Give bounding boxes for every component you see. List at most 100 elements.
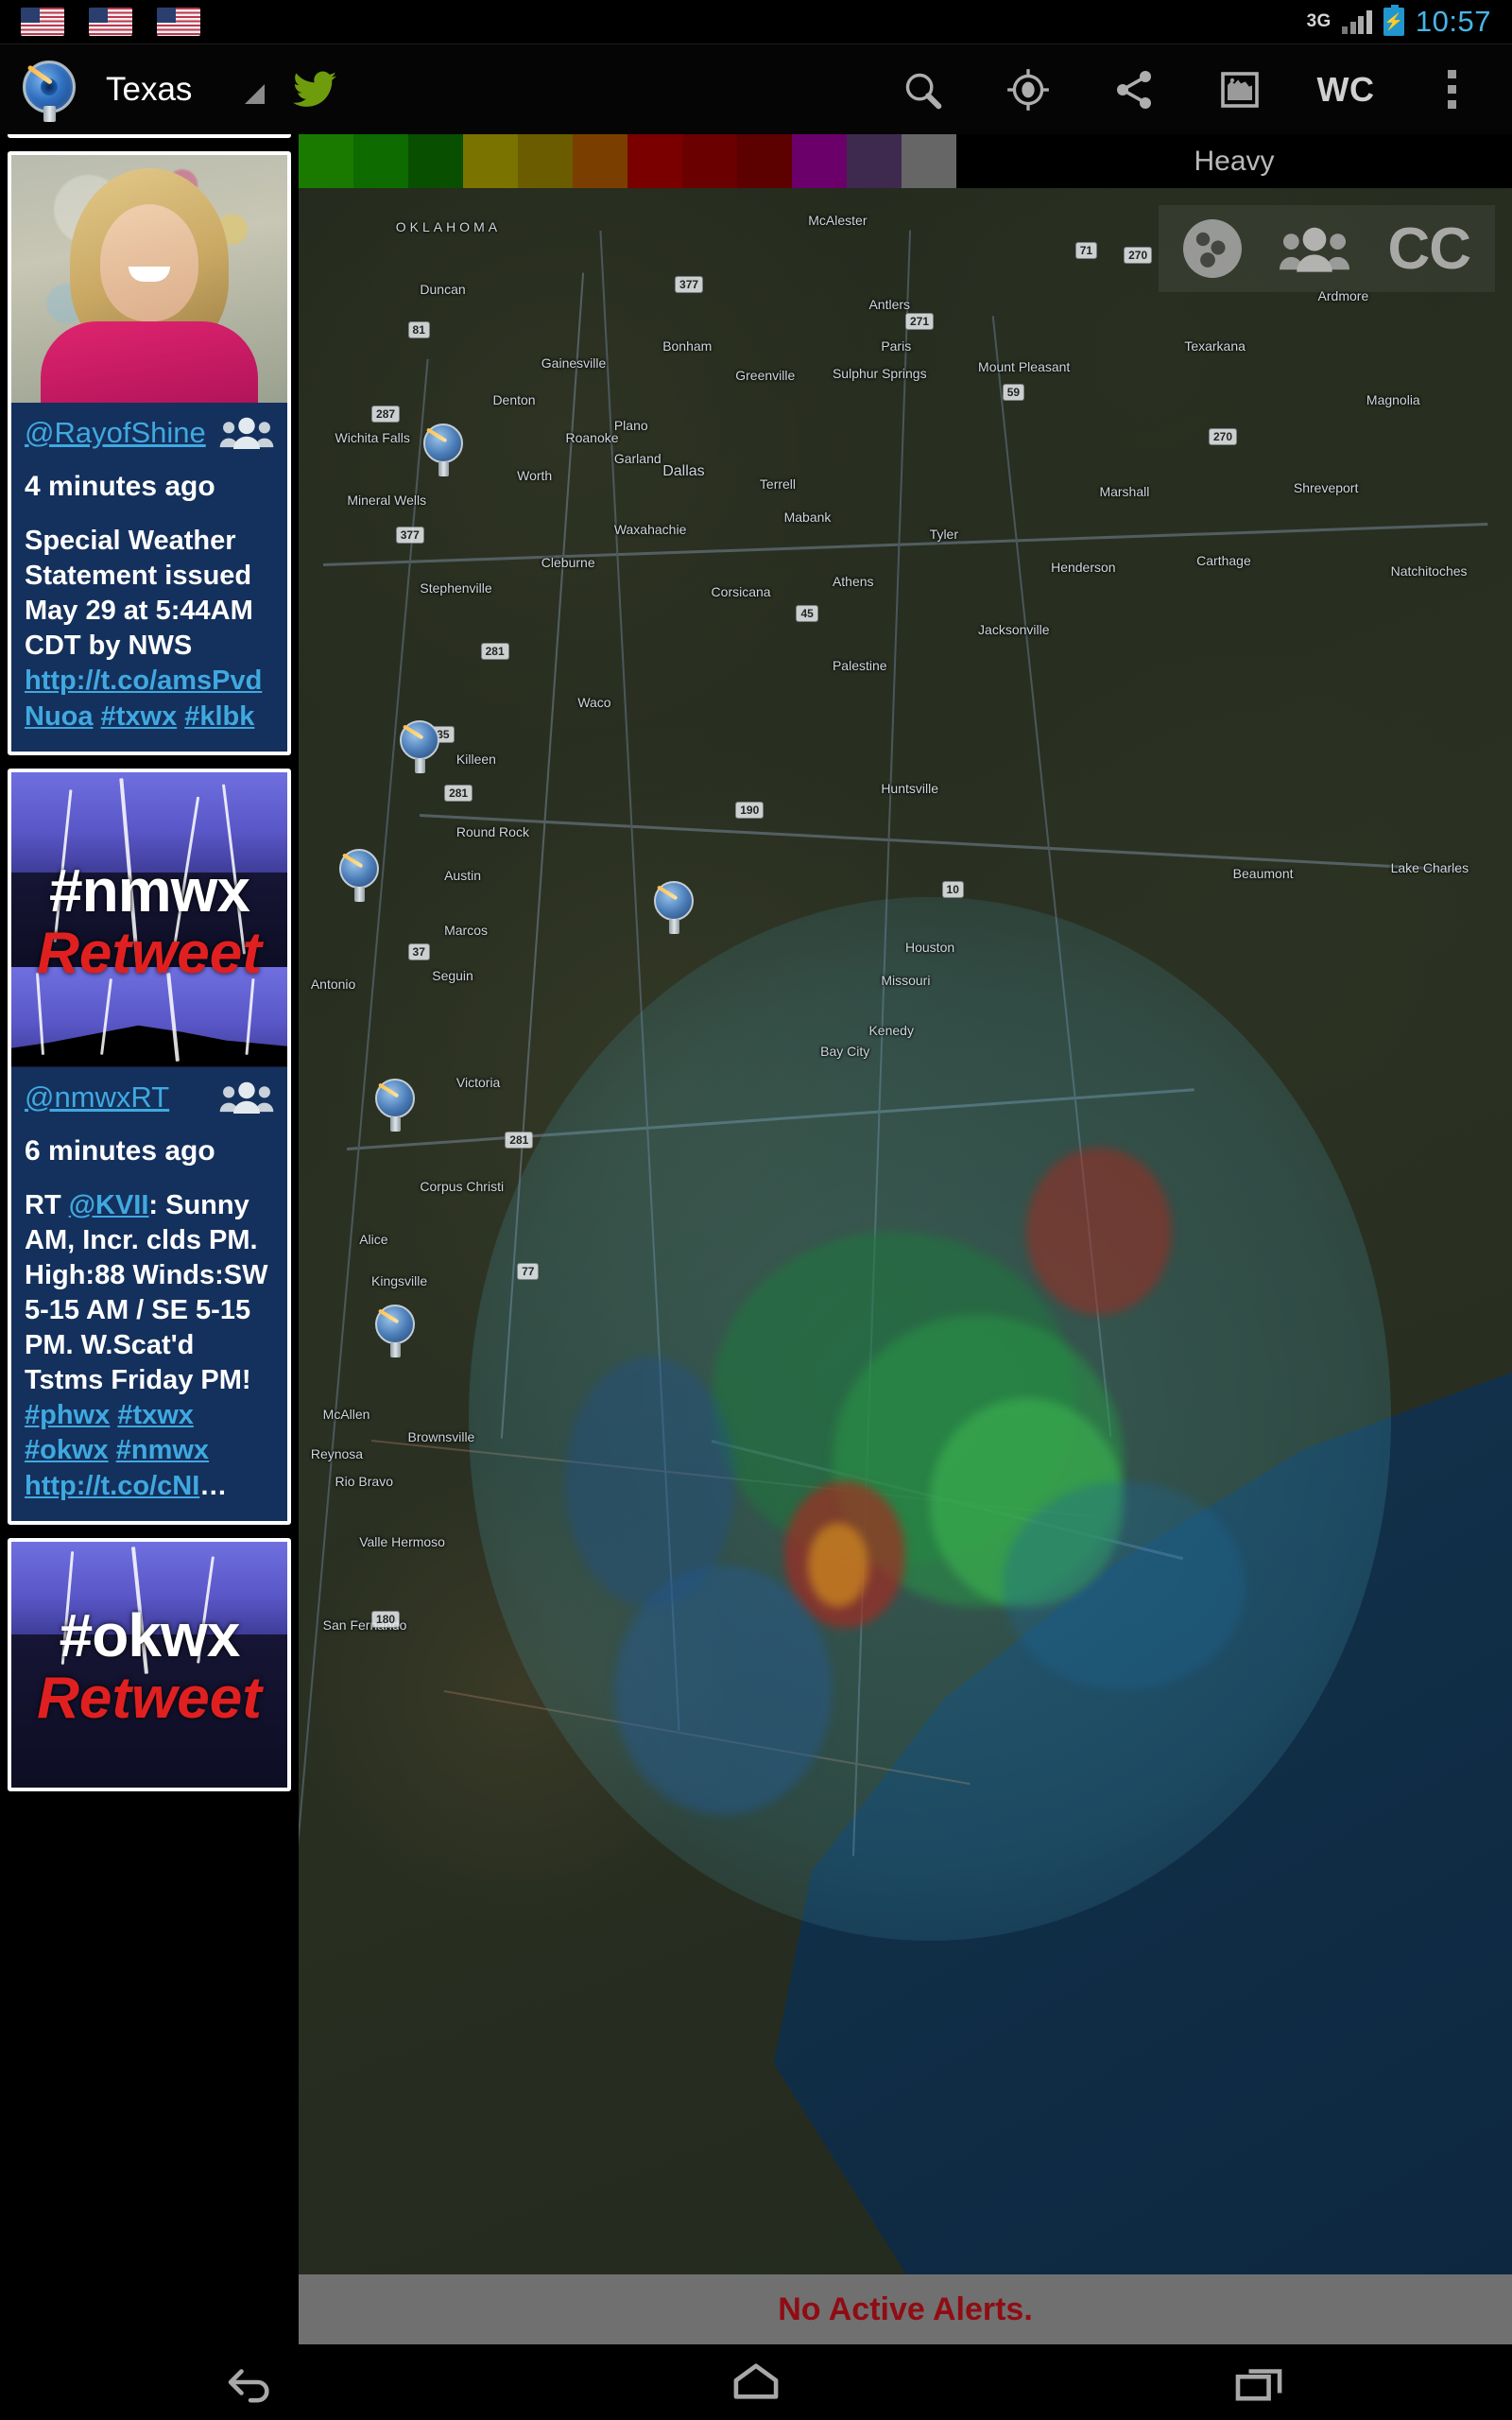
tweet-mention: @KVII [68, 1189, 149, 1220]
map-label: Texarkana [1184, 337, 1246, 354]
tweet-handle[interactable]: @nmwxRT [25, 1080, 169, 1115]
radar-station-marker[interactable] [396, 718, 449, 777]
tweet-image[interactable]: #nmwx Retweet [11, 771, 287, 1067]
tweet-image[interactable] [11, 155, 287, 403]
map-label: Jacksonville [978, 622, 1050, 638]
group-people-icon[interactable] [219, 417, 274, 449]
title-spinner[interactable]: Texas [106, 71, 266, 108]
map-label: Carthage [1196, 553, 1251, 569]
tweet-hashtag: #okwx [25, 1435, 109, 1466]
tweet-text: Special Weather Statement issued May 29 … [25, 526, 263, 732]
radar-station-marker[interactable] [371, 1077, 424, 1135]
tweet-handle[interactable]: @RayofShine [25, 416, 206, 450]
us-flag-icon [89, 8, 132, 36]
radar-legend: Heavy [299, 134, 1512, 188]
app-root: 3G ⚡ 10:57 Texas WC @RayofShine 4 minute… [0, 0, 1512, 2420]
closed-caption-toggle[interactable]: CC [1387, 216, 1471, 283]
banner-hashtag: #nmwx [49, 856, 250, 925]
back-button[interactable] [163, 2344, 342, 2420]
tweet-hashtag: #phwx [25, 1400, 111, 1431]
map-label: McAllen [322, 1406, 370, 1422]
radar-station-marker[interactable] [420, 422, 472, 480]
map-label: Mabank [783, 509, 832, 525]
radar-station-marker[interactable] [371, 1303, 424, 1361]
map-label: Stephenville [420, 579, 492, 596]
android-nav-bar [0, 2344, 1512, 2420]
map-layers-icon[interactable] [1187, 44, 1293, 135]
map-label: Huntsville [881, 780, 939, 796]
map-label: Terrell [759, 475, 797, 492]
search-icon[interactable] [869, 44, 975, 135]
map-label: Cleburne [541, 555, 595, 571]
tweet-card[interactable]: #okwx Retweet [8, 1537, 291, 1791]
map-label: Kingsville [371, 1272, 428, 1288]
map-label: Marcos [444, 922, 488, 938]
globe-icon[interactable] [1183, 219, 1243, 278]
map-label: Tyler [929, 526, 959, 542]
map-label: Mineral Wells [347, 493, 427, 509]
map-label: Reynosa [310, 1445, 364, 1461]
map-label: Waco [577, 695, 611, 711]
map-label: OKLAHOMA [395, 219, 502, 235]
twitter-bird-icon[interactable] [293, 71, 337, 109]
status-bar: 3G ⚡ 10:57 [0, 0, 1512, 43]
wc-label: WC [1316, 69, 1375, 109]
map-label: Sulphur Springs [832, 365, 927, 381]
left-bottom-filler [0, 2274, 299, 2344]
radar-station-marker[interactable] [335, 847, 388, 906]
map-label: Denton [492, 392, 536, 408]
us-flag-icon [21, 8, 64, 36]
banner-hashtag: #okwx [59, 1601, 241, 1670]
action-bar-buttons: WC [869, 44, 1512, 135]
status-clock: 10:57 [1415, 5, 1491, 38]
map-label: Killeen [455, 751, 496, 767]
map-label: Greenville [735, 367, 796, 383]
tweet-list[interactable]: @RayofShine 4 minutes ago Special Weathe… [0, 134, 299, 2325]
map-label: Lake Charles [1390, 859, 1469, 875]
my-location-icon[interactable] [975, 44, 1081, 135]
map-label: Plano [613, 417, 648, 433]
map-label: Magnolia [1366, 392, 1420, 408]
alert-bar[interactable]: No Active Alerts. [299, 2274, 1512, 2344]
map-label: Houston [905, 939, 955, 955]
group-people-icon[interactable] [1280, 223, 1350, 274]
recents-button[interactable] [1170, 2344, 1349, 2420]
tweet-card[interactable]: @RayofShine 4 minutes ago Special Weathe… [8, 151, 291, 755]
radar-station-marker[interactable] [650, 879, 703, 938]
wc-button[interactable]: WC [1293, 44, 1399, 135]
map-label: Alice [359, 1231, 388, 1247]
share-icon[interactable] [1081, 44, 1187, 135]
signal-bars-icon [1342, 9, 1372, 34]
map-label: Brownsville [407, 1429, 475, 1445]
map-label: Marshall [1099, 484, 1150, 500]
map-label: Victoria [455, 1074, 501, 1090]
map-label: Round Rock [455, 824, 529, 840]
tweet-image[interactable]: #okwx Retweet [11, 1541, 287, 1788]
overflow-menu-icon[interactable] [1399, 44, 1504, 135]
map-label: Natchitoches [1390, 563, 1468, 579]
radar-dish-icon[interactable] [15, 55, 85, 125]
map-label: Rio Bravo [335, 1473, 393, 1489]
dropdown-caret-icon[interactable] [245, 84, 266, 104]
banner-retweet-label: Retweet [37, 1666, 262, 1732]
map-label: Beaumont [1232, 866, 1294, 882]
tweet-hashtag: #nmwx [115, 1435, 210, 1466]
map-canvas[interactable]: OKLAHOMA McAlester Texarkana Shreveport … [299, 188, 1512, 2274]
page-title: Texas [106, 71, 193, 108]
network-type-label: 3G [1306, 11, 1332, 31]
home-button[interactable] [666, 2344, 846, 2420]
map-overlay-controls[interactable]: CC [1159, 205, 1495, 292]
map-label: Athens [832, 574, 874, 590]
map-label: Duncan [420, 282, 466, 298]
map-label: Worth [517, 467, 553, 483]
tweet-timestamp: 4 minutes ago [25, 471, 215, 502]
radar-map[interactable]: Heavy OKLAHOMA McAlester Texarkana Shrev… [299, 134, 1512, 2274]
legend-heavy-label: Heavy [956, 134, 1512, 188]
tweet-card-partial-top[interactable] [8, 134, 291, 138]
map-label: Gainesville [541, 354, 607, 371]
group-people-icon[interactable] [219, 1081, 274, 1114]
tweet-card[interactable]: #nmwx Retweet @nmwxRT 6 minutes ago RT @… [8, 768, 291, 1525]
map-label: Valle Hermoso [359, 1533, 445, 1549]
map-label: Wichita Falls [335, 430, 410, 445]
map-label: Kenedy [868, 1022, 914, 1038]
